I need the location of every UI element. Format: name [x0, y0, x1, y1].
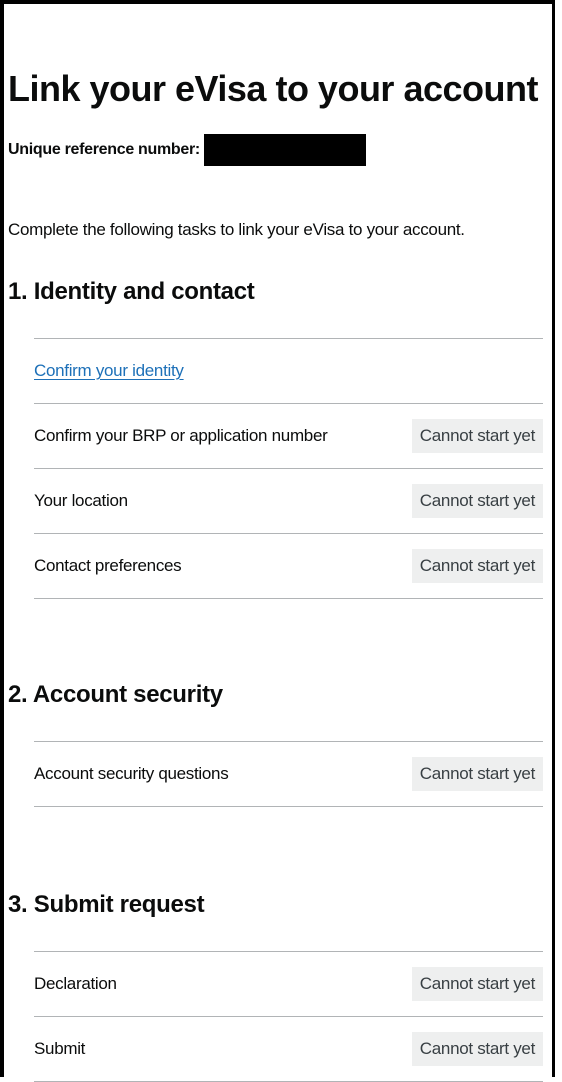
- reference-number-row: Unique reference number:: [8, 134, 366, 166]
- status-tag: Cannot start yet: [411, 1032, 543, 1066]
- page-title: Link your eVisa to your account: [8, 68, 538, 109]
- task-name: Account security questions: [34, 764, 229, 783]
- section-heading-identity-contact: 1. Identity and contact: [8, 278, 255, 305]
- task-row-confirm-identity: Confirm your identity: [34, 339, 543, 404]
- status-tag: Cannot start yet: [411, 757, 543, 791]
- task-name: Contact preferences: [34, 556, 182, 575]
- task-row-declaration: Declaration Cannot start yet: [34, 952, 543, 1017]
- task-row-submit: Submit Cannot start yet: [34, 1017, 543, 1082]
- section-heading-account-security: 2. Account security: [8, 681, 223, 708]
- status-tag: Cannot start yet: [411, 967, 543, 1001]
- reference-number-label: Unique reference number:: [8, 141, 200, 158]
- status-tag: Cannot start yet: [411, 484, 543, 518]
- task-row-confirm-brp: Confirm your BRP or application number C…: [34, 404, 543, 469]
- intro-text: Complete the following tasks to link you…: [8, 220, 465, 239]
- reference-number-redacted: [203, 134, 366, 166]
- task-name: Submit: [34, 1039, 86, 1058]
- task-name: Declaration: [34, 974, 117, 993]
- confirm-identity-link[interactable]: Confirm your identity: [34, 361, 184, 381]
- task-name: Your location: [34, 491, 128, 510]
- task-list-account-security: Account security questions Cannot start …: [34, 741, 543, 807]
- task-name: Confirm your BRP or application number: [34, 426, 328, 445]
- task-list-identity-contact: Confirm your identity Confirm your BRP o…: [34, 338, 543, 599]
- status-tag: Cannot start yet: [411, 549, 543, 583]
- section-heading-submit-request: 3. Submit request: [8, 891, 205, 918]
- task-list-submit-request: Declaration Cannot start yet Submit Cann…: [34, 951, 543, 1082]
- task-row-contact-preferences: Contact preferences Cannot start yet: [34, 534, 543, 599]
- task-row-security-questions: Account security questions Cannot start …: [34, 742, 543, 807]
- task-row-your-location: Your location Cannot start yet: [34, 469, 543, 534]
- status-tag: Cannot start yet: [411, 419, 543, 453]
